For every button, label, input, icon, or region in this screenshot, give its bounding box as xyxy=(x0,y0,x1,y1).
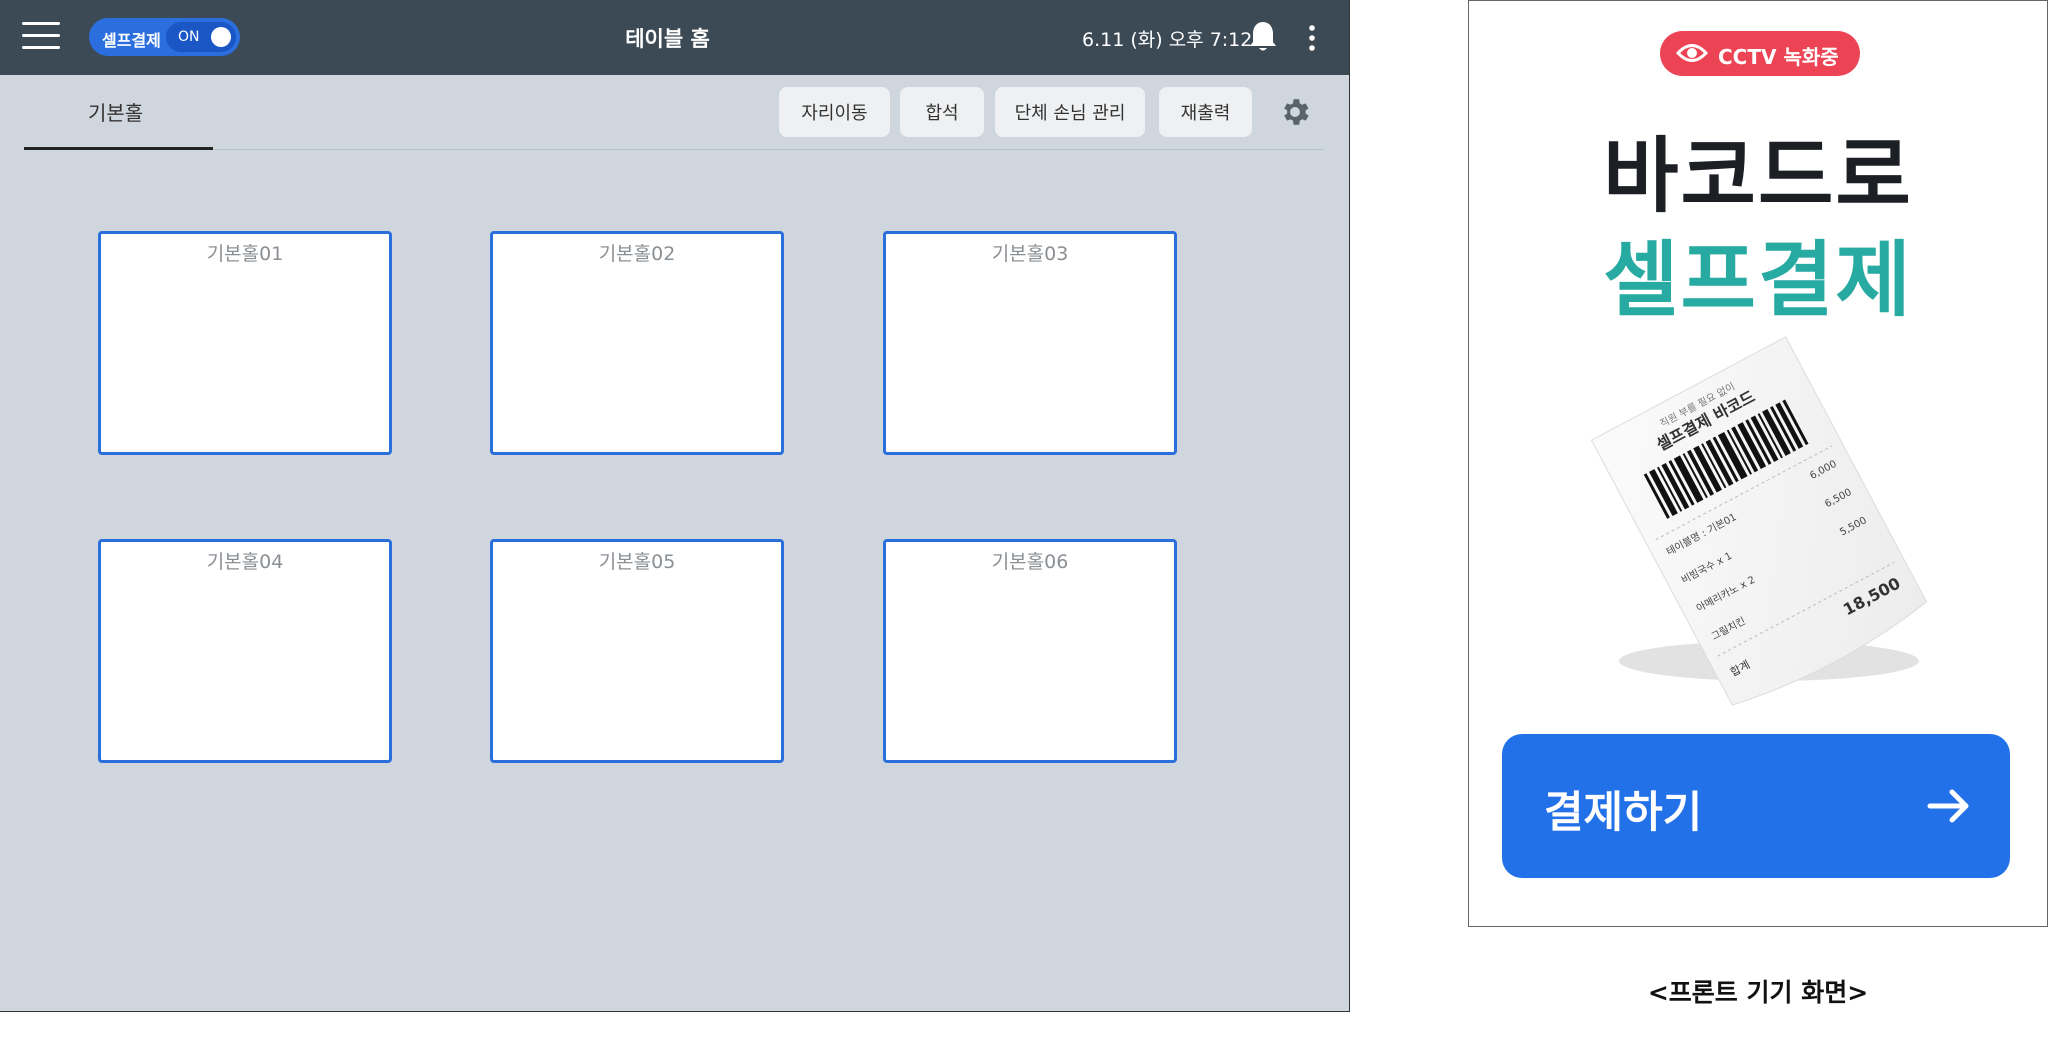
table-name: 기본홀02 xyxy=(598,243,676,265)
table-card[interactable]: 기본홀03 xyxy=(883,231,1177,455)
bell-icon[interactable] xyxy=(1248,20,1278,54)
headline-self-checkout: 셀프결제 xyxy=(1603,233,1913,328)
tab-default-hall[interactable]: 기본홀 xyxy=(24,75,213,150)
move-seat-button[interactable]: 자리이동 xyxy=(779,87,890,137)
cctv-recording-badge: CCTV 녹화중 xyxy=(1660,31,1860,76)
table-name: 기본홀06 xyxy=(991,551,1069,573)
table-name: 기본홀05 xyxy=(598,551,676,573)
table-card[interactable]: 기본홀04 xyxy=(98,539,392,763)
table-card[interactable]: 기본홀01 xyxy=(98,231,392,455)
table-name: 기본홀04 xyxy=(206,551,284,573)
top-bar: 셀프결제 ON 테이블 홈 6.11 (화) 오후 7:12 xyxy=(0,0,1349,75)
receipt-illustration: 직원 부를 필요 없이 셀프결제 바코드 테이블명: 기본01 6,000 비… xyxy=(1559,331,1959,711)
gear-icon[interactable] xyxy=(1278,95,1312,129)
pay-button[interactable]: 결제하기 xyxy=(1502,734,2010,878)
more-options-icon[interactable] xyxy=(1302,24,1322,52)
table-name: 기본홀01 xyxy=(206,243,284,265)
arrow-right-icon xyxy=(1927,789,1969,823)
table-card[interactable]: 기본홀06 xyxy=(883,539,1177,763)
table-name: 기본홀03 xyxy=(991,243,1069,265)
cctv-label: CCTV 녹화중 xyxy=(1718,45,1839,69)
tab-bar: 기본홀 자리이동 합석 단체 손님 관리 재출력 xyxy=(24,75,1324,150)
pay-button-label: 결제하기 xyxy=(1544,788,1703,838)
group-guest-button[interactable]: 단체 손님 관리 xyxy=(995,87,1145,137)
front-device-screen: CCTV 녹화중 바코드로 셀프결제 직원 부를 필요 없이 셀프결제 바코드 xyxy=(1468,0,2048,927)
tab-label: 기본홀 xyxy=(88,101,144,125)
pos-screen: 셀프결제 ON 테이블 홈 6.11 (화) 오후 7:12 기본홀 자리이동 … xyxy=(0,0,1350,1012)
device-caption: <프론트 기기 화면> xyxy=(1647,978,1869,1007)
eye-icon xyxy=(1676,44,1708,62)
table-card[interactable]: 기본홀02 xyxy=(490,231,784,455)
datetime: 6.11 (화) 오후 7:12 xyxy=(1082,29,1253,51)
merge-table-button[interactable]: 합석 xyxy=(900,87,984,137)
reprint-button[interactable]: 재출력 xyxy=(1159,87,1252,137)
table-card[interactable]: 기본홀05 xyxy=(490,539,784,763)
headline-barcode: 바코드로 xyxy=(1603,129,1913,224)
